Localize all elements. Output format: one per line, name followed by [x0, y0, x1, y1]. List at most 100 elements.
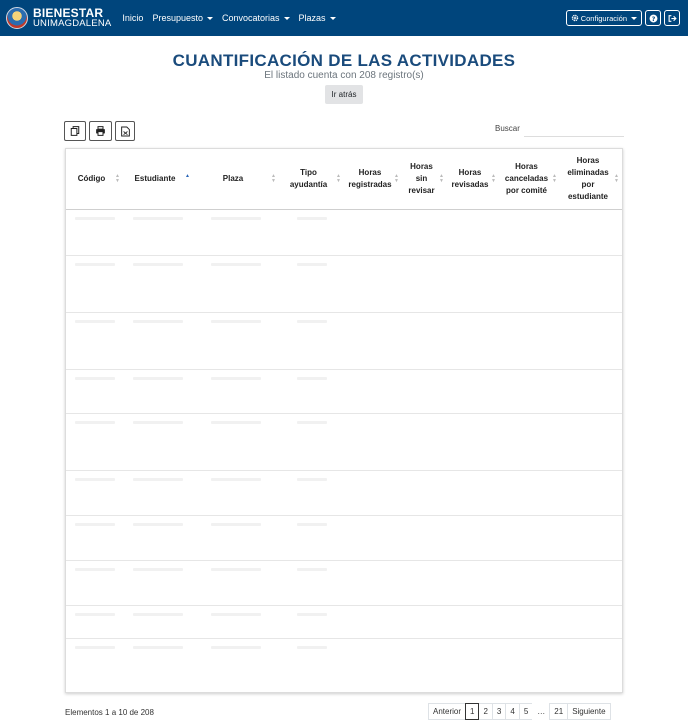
table-cell [447, 560, 499, 606]
table-cell [447, 605, 499, 639]
nav-item-inicio[interactable]: Inicio [122, 13, 143, 23]
column-header-5[interactable]: Horas sin revisar ▲ ▼ [402, 149, 447, 210]
column-header-4[interactable]: Horas registradas ▲ ▼ [344, 149, 402, 210]
table-cell [66, 209, 123, 256]
table-cell [447, 638, 499, 692]
record-count: El listado cuenta con 208 registro(s) [264, 70, 424, 81]
placeholder-bar [74, 567, 115, 571]
column-header-label: Horas registradas [348, 167, 392, 189]
pagination-page-5[interactable]: 5 [518, 703, 534, 720]
table-row[interactable] [66, 605, 622, 639]
table-cell [447, 312, 499, 370]
activities-table: Código ▲ ▼ Estudiante ▲ Plaza ▲ ▼ Tipo ayudantía… [65, 148, 623, 693]
column-header-6[interactable]: Horas revisadas ▲ ▼ [447, 149, 499, 210]
table-cell [447, 515, 499, 561]
nav-actions: Configuración ? [563, 10, 680, 26]
table-cell [499, 470, 560, 516]
export-button[interactable] [115, 121, 135, 141]
table-cell [344, 470, 402, 516]
placeholder-bar [211, 477, 261, 481]
column-header-8[interactable]: Horas eliminadas por estudiante ▲ ▼ [560, 149, 622, 210]
table-row[interactable] [66, 470, 622, 516]
table-cell [499, 515, 560, 561]
table-cell [447, 255, 499, 313]
table-cell [279, 638, 344, 692]
nav-item-convocatorias[interactable]: Convocatorias [222, 13, 290, 23]
table-cell [499, 638, 560, 692]
table-row[interactable] [66, 638, 622, 692]
pagination-page-21[interactable]: 21 [549, 703, 569, 720]
placeholder-bar [296, 420, 327, 424]
table-cell [193, 255, 279, 313]
table-cell [193, 560, 279, 606]
table-row[interactable] [66, 413, 622, 471]
table-row[interactable] [66, 312, 622, 370]
table-cell [193, 209, 279, 256]
placeholder-bar [211, 522, 261, 526]
sort-icon: ▲ ▼ [439, 172, 444, 184]
table-cell [499, 413, 560, 471]
column-header-0[interactable]: Código ▲ ▼ [66, 149, 123, 210]
pagination-page-1[interactable]: 1 [465, 703, 480, 720]
table-cell [66, 369, 123, 414]
help-button[interactable]: ? [645, 10, 661, 26]
navbar: BIENESTAR UNIMAGDALENA Inicio Presupuesto… [0, 0, 688, 36]
placeholder-bar [211, 319, 261, 323]
placeholder-bar [296, 319, 327, 323]
table-cell [402, 470, 447, 516]
placeholder-bar [296, 645, 327, 649]
column-header-label: Plaza [222, 173, 244, 183]
chevron-down-icon [206, 16, 213, 20]
copy-button[interactable] [64, 121, 86, 141]
placeholder-bar [74, 262, 115, 266]
table-cell [560, 605, 622, 639]
pagination: Anterior 1 2 3 4 5… 21 Siguiente [428, 703, 611, 720]
table-cell [499, 312, 560, 370]
print-button[interactable] [89, 121, 112, 141]
column-header-1[interactable]: Estudiante ▲ [123, 149, 193, 210]
table-cell [344, 209, 402, 256]
table-cell [123, 638, 193, 692]
brand-text: BIENESTAR UNIMAGDALENA [33, 7, 112, 29]
column-header-label: Horas revisadas [451, 167, 489, 189]
pagination-page-2[interactable]: 2 [478, 703, 493, 720]
placeholder-bar [296, 376, 327, 380]
table-cell [193, 312, 279, 370]
pagination-previous[interactable]: Anterior [428, 703, 467, 720]
table-row[interactable] [66, 209, 622, 256]
pagination-page-4[interactable]: 4 [505, 703, 520, 720]
pagination-next[interactable]: Siguiente [567, 703, 611, 720]
back-button[interactable]: Ir atrás [325, 85, 363, 104]
table-cell [344, 515, 402, 561]
table-cell [499, 605, 560, 639]
column-header-label: Horas eliminadas por estudiante [567, 155, 609, 201]
nav-item-presupuesto[interactable]: Presupuesto [152, 13, 213, 23]
nav-item-plazas[interactable]: Plazas [299, 13, 336, 23]
brand[interactable]: BIENESTAR UNIMAGDALENA [6, 7, 111, 29]
table-info: Elementos 1 a 10 de 208 [65, 708, 154, 717]
config-dropdown-button[interactable]: Configuración [565, 10, 642, 26]
table-row[interactable] [66, 369, 622, 414]
column-header-2[interactable]: Plaza ▲ ▼ [193, 149, 279, 210]
table-row[interactable] [66, 255, 622, 313]
table-cell [402, 312, 447, 370]
table-body [66, 209, 622, 692]
column-header-3[interactable]: Tipo ayudantía ▲ ▼ [279, 149, 344, 210]
search-input[interactable] [524, 121, 624, 137]
placeholder-bar [211, 645, 261, 649]
table-cell [279, 515, 344, 561]
logout-button[interactable] [664, 10, 680, 26]
column-header-7[interactable]: Horas canceladas por comité ▲ ▼ [499, 149, 560, 210]
table-cell [402, 515, 447, 561]
placeholder-bar [74, 612, 115, 616]
column-header-label: Tipo ayudantía [289, 167, 328, 189]
pagination-page-3[interactable]: 3 [491, 703, 507, 720]
table-row[interactable] [66, 515, 622, 561]
table-cell [344, 369, 402, 414]
brand-line2: UNIMAGDALENA [33, 17, 112, 29]
table-row[interactable] [66, 560, 622, 606]
pagination-ellipsis: … [532, 703, 551, 720]
table-cell [193, 369, 279, 414]
placeholder-bar [133, 376, 183, 380]
config-label: Configuración [580, 13, 627, 23]
